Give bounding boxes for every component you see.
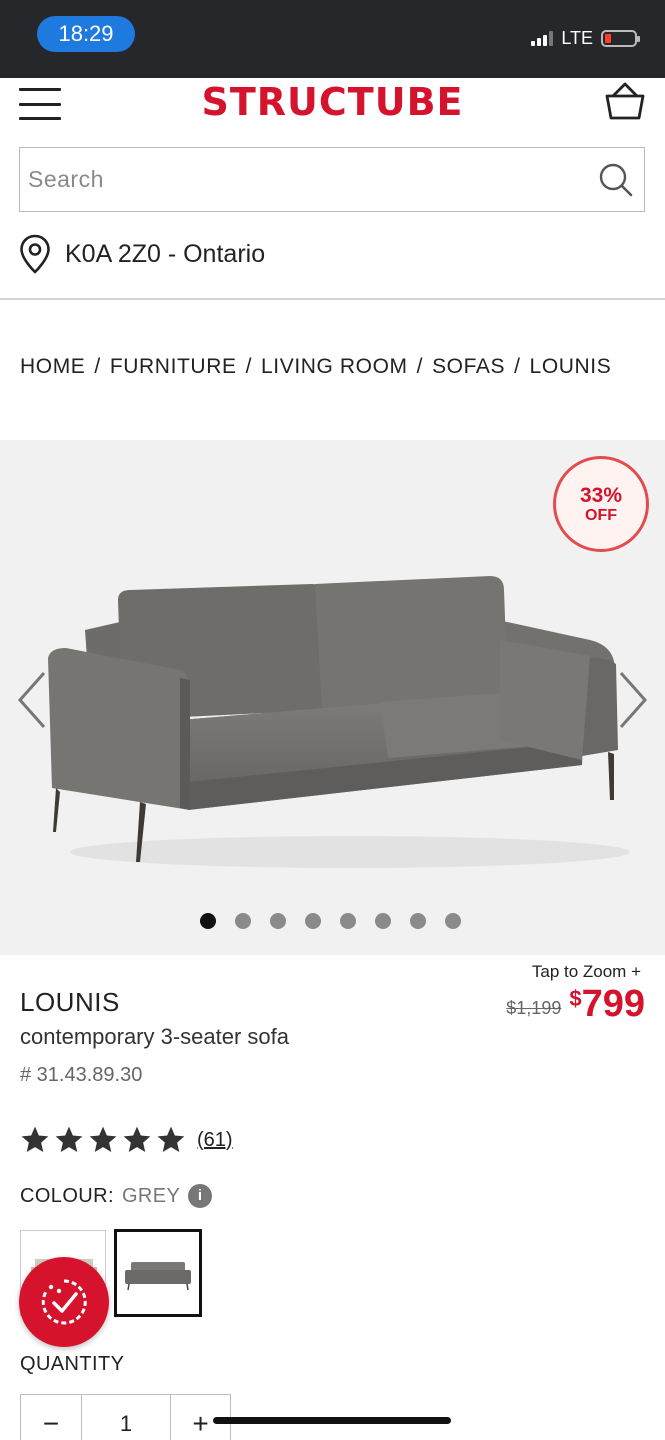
search-input[interactable]: [20, 148, 580, 210]
product-gallery[interactable]: 33% OFF: [0, 440, 665, 955]
discount-badge: 33% OFF: [553, 456, 649, 552]
quantity-label: QUANTITY: [20, 1353, 125, 1375]
status-bar: 18:29 LTE: [0, 0, 665, 78]
star-icon: [21, 1126, 49, 1152]
discount-percent: 33%: [579, 483, 623, 507]
gallery-dot[interactable]: [305, 913, 321, 929]
price-block: $1,199 $799: [506, 985, 645, 1023]
star-icon: [157, 1126, 185, 1152]
gallery-dot[interactable]: [340, 913, 356, 929]
product-sku: # 31.43.89.30: [20, 1064, 143, 1086]
breadcrumb-separator: /: [416, 355, 424, 378]
breadcrumb-separator: /: [514, 355, 521, 378]
gallery-pagination: [200, 913, 461, 929]
gallery-dot[interactable]: [375, 913, 391, 929]
tap-to-zoom[interactable]: Tap to Zoom +: [532, 962, 641, 982]
product-rating[interactable]: (61): [19, 1124, 233, 1156]
discount-label: OFF: [585, 506, 617, 524]
search-icon[interactable]: [598, 162, 634, 198]
sale-price: $799: [569, 985, 645, 1023]
product-subtitle: contemporary 3-seater sofa: [20, 1024, 290, 1049]
chevron-right-icon[interactable]: [613, 665, 653, 735]
site-header: STRUCTUBE: [0, 78, 665, 138]
info-icon[interactable]: i: [188, 1184, 213, 1208]
sale-price-currency: $: [569, 986, 582, 1011]
breadcrumb-living-room[interactable]: LIVING ROOM: [261, 355, 408, 379]
sale-price-amount: 799: [581, 983, 645, 1025]
breadcrumb-current: LOUNIS: [529, 355, 612, 378]
network-label: LTE: [561, 27, 593, 48]
breadcrumb: HOME / FURNITURE / LIVING ROOM / SOFAS /…: [20, 355, 611, 379]
review-count-link[interactable]: (61): [197, 1129, 233, 1152]
colour-label: COLOUR:: [20, 1184, 114, 1207]
quantity-decrease-button[interactable]: −: [21, 1395, 82, 1440]
colour-value: GREY: [121, 1184, 181, 1207]
signal-icon: [531, 30, 554, 46]
map-pin-icon: [20, 234, 50, 274]
battery-icon: [601, 29, 640, 47]
gallery-dot[interactable]: [200, 913, 216, 929]
swatch-thumbnail: [125, 1262, 191, 1291]
rating-stars: [19, 1124, 187, 1156]
header-divider: [0, 298, 665, 300]
location-text: K0A 2Z0 - Ontario: [65, 239, 266, 268]
chevron-left-icon[interactable]: [12, 665, 52, 735]
gallery-dot[interactable]: [270, 913, 286, 929]
star-icon: [123, 1126, 151, 1152]
star-icon: [55, 1126, 83, 1152]
breadcrumb-sofas[interactable]: SOFAS: [432, 355, 505, 379]
shopping-basket-icon[interactable]: [604, 80, 646, 122]
colour-swatch-selected[interactable]: [114, 1229, 202, 1317]
colour-selector-label: COLOUR: GREY i: [20, 1184, 213, 1208]
home-indicator[interactable]: [213, 1417, 451, 1424]
quantity-value[interactable]: 1: [82, 1395, 171, 1440]
gallery-dot[interactable]: [445, 913, 461, 929]
breadcrumb-furniture[interactable]: FURNITURE: [110, 355, 237, 379]
gallery-dot[interactable]: [235, 913, 251, 929]
gallery-dot[interactable]: [410, 913, 426, 929]
star-icon: [89, 1126, 117, 1152]
breadcrumb-separator: /: [94, 355, 101, 378]
product-image[interactable]: [30, 560, 640, 880]
status-time: 18:29: [37, 16, 135, 52]
search-bar: [19, 147, 645, 212]
breadcrumb-home[interactable]: HOME: [20, 355, 85, 379]
discount-check-icon: [41, 1279, 87, 1325]
promo-button[interactable]: [19, 1257, 109, 1347]
store-location[interactable]: K0A 2Z0 - Ontario: [19, 234, 265, 274]
status-indicators: LTE: [531, 26, 640, 50]
original-price: $1,199: [506, 998, 562, 1018]
brand-logo[interactable]: STRUCTUBE: [0, 80, 665, 124]
quantity-stepper: − 1 +: [20, 1394, 231, 1440]
breadcrumb-separator: /: [245, 355, 253, 378]
product-name: LOUNIS: [20, 987, 120, 1017]
